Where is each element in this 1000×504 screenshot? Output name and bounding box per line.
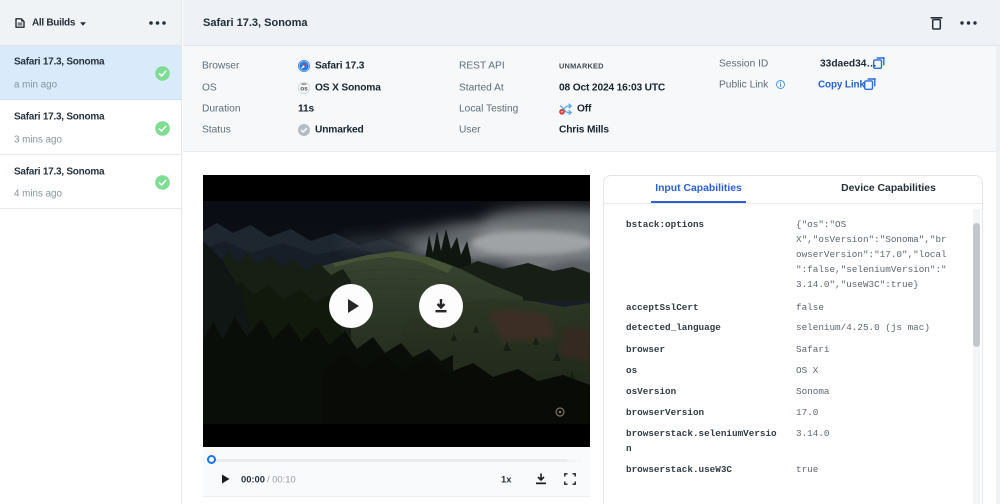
svg-text:os: os: [300, 85, 308, 92]
